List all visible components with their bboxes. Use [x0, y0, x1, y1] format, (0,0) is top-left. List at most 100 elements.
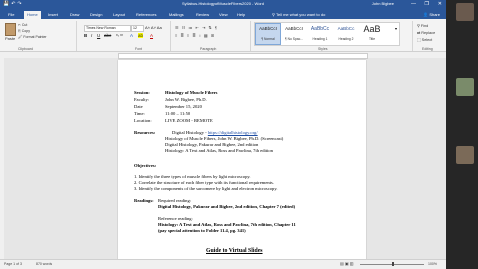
ribbon-tabs: File Home Insert Draw Design Layout Refe… [0, 10, 446, 20]
font-group-label: Font [135, 47, 143, 51]
replace-button[interactable]: ⇄ Replace [417, 30, 435, 35]
user-name[interactable]: John Bigbee [372, 1, 394, 6]
tab-view[interactable]: View [219, 12, 228, 17]
resources-label: Resources: [134, 130, 156, 135]
select-button[interactable]: ⬚ Select [417, 37, 432, 42]
word-count[interactable]: 870 words [36, 262, 52, 266]
text-effects-icon[interactable]: A [130, 33, 133, 38]
font-size-box[interactable]: 12 [131, 25, 144, 32]
alignment-icons[interactable]: ≡ ≣ ≡ ≣ ↕ ▦ ⊞ [175, 33, 215, 38]
group-divider [76, 21, 77, 51]
style-name: ¶ No Spac... [284, 37, 304, 41]
minimize-icon[interactable]: — [411, 1, 416, 7]
restore-icon[interactable]: ❐ [425, 1, 429, 7]
participant-video-tile[interactable] [456, 146, 474, 164]
list-icons[interactable]: ☰ ☷ ≔ ⇤ ⇥ ⇅ ¶ [175, 25, 218, 30]
ruler-strip [118, 53, 368, 59]
subscript-superscript-icon[interactable]: x₂ x² [116, 33, 123, 37]
grow-shrink-font-icon[interactable]: A˄ A˅ Aa [145, 25, 162, 30]
strikethrough-button[interactable]: abc [104, 33, 111, 38]
share-button[interactable]: 👤 Share [423, 12, 440, 17]
readings-label: Readings: [134, 198, 154, 203]
vertical-ruler[interactable] [0, 58, 4, 259]
tab-help[interactable]: Help [237, 12, 245, 17]
date-label: Date [134, 104, 143, 109]
tab-insert[interactable]: Insert [48, 12, 58, 17]
tab-references[interactable]: References [136, 12, 156, 17]
reference-reading-text-2: (pay special attention to Folder 11.4, p… [158, 228, 246, 233]
paste-button[interactable]: Paste [5, 36, 15, 41]
group-divider [412, 21, 413, 51]
font-name-box[interactable]: Times New Roman [84, 25, 131, 32]
style-name: Heading 2 [338, 37, 354, 41]
replace-label: Replace [421, 31, 436, 35]
underline-button[interactable]: U [97, 33, 100, 38]
resource-3: Digital Histology, Pakurar and Bigbee, 2… [165, 142, 259, 147]
tab-file[interactable]: File [8, 12, 14, 17]
page-count[interactable]: Page 1 of 3 [4, 262, 22, 266]
reference-reading-label: Reference reading: [158, 216, 193, 221]
faculty-value: John W. Bigbee, Ph.D. [165, 97, 207, 102]
resource-4: Histology: A Text and Atlas, Ross and Pa… [165, 148, 273, 153]
objective-1: 1. Identify the three types of muscle fi… [134, 174, 251, 179]
paragraph-group-label: Paragraph [200, 47, 217, 51]
close-icon[interactable]: ✕ [438, 1, 442, 7]
style-heading-2[interactable]: AaBbCc Heading 2 [334, 24, 358, 44]
cut-button[interactable]: ✂ Cut [18, 23, 27, 27]
reference-reading-text-1: Histology: A Text and Atlas, Ross and Pa… [158, 222, 296, 227]
styles-group-label: Styles [318, 47, 328, 51]
required-reading-text: Digital Histology, Pakurar and Bigbee, 2… [158, 204, 296, 209]
copy-button[interactable]: ⎘ Copy [18, 29, 30, 33]
tell-me-text: Tell me what you want to do [275, 12, 326, 17]
style-heading-1[interactable]: AaBbCc Heading 1 [308, 24, 332, 44]
styles-gallery: AaBbCcI ¶ Normal AaBbCcI ¶ No Spac... Aa… [254, 22, 400, 46]
session-value: Histology of Muscle Fibers [165, 90, 218, 95]
location-label: Location: [134, 118, 152, 123]
style-no-spacing[interactable]: AaBbCcI ¶ No Spac... [282, 24, 306, 44]
highlight-icon[interactable]: ab [138, 33, 144, 38]
style-preview: AaBbCcI [285, 26, 303, 31]
styles-more-icon[interactable]: ▾ [395, 26, 397, 31]
share-label: Share [429, 12, 440, 17]
horizontal-ruler[interactable] [0, 52, 446, 59]
resource-1-prefix: Digital Histology - [172, 130, 208, 135]
find-button[interactable]: ⚲ Find [417, 23, 428, 28]
resource-1: Digital Histology - https://digitalhisto… [172, 130, 258, 135]
style-title[interactable]: AaB Title [360, 24, 384, 44]
font-color-icon[interactable]: A [150, 33, 153, 38]
location-value: LIVE ZOOM - REMOTE [165, 118, 213, 123]
tab-review[interactable]: Review [196, 12, 209, 17]
guide-heading: Guide to Virtual Slides [206, 248, 263, 254]
word-window: 💾↶↷ Syllabus-HistologyofMuscleFibers2020… [0, 0, 446, 269]
digital-histology-link[interactable]: https://digitalhistology.org/ [208, 130, 258, 135]
style-name: Heading 1 [312, 37, 328, 41]
tab-design[interactable]: Design [90, 12, 102, 17]
copy-label: Copy [21, 29, 30, 33]
tell-me-search[interactable]: ⚲ Tell me what you want to do [272, 12, 325, 17]
group-divider [170, 21, 171, 51]
ribbon-home: Paste ✂ Cut ⎘ Copy 🖌 Format Painter Clip… [0, 19, 446, 52]
style-preview: AaBbCc [337, 26, 355, 31]
zoom-level[interactable]: 100% [428, 262, 437, 266]
group-divider [250, 21, 251, 51]
italic-button[interactable]: I [91, 33, 92, 38]
format-painter-label: Format Painter [23, 35, 47, 39]
format-painter-button[interactable]: 🖌 Format Painter [18, 35, 47, 39]
tab-layout[interactable]: Layout [113, 12, 125, 17]
bold-button[interactable]: B [84, 33, 87, 38]
tab-mailings[interactable]: Mailings [169, 12, 184, 17]
document-page[interactable]: Session: Histology of Muscle Fibers Facu… [118, 60, 366, 269]
paste-icon[interactable] [5, 23, 16, 36]
zoom-slider-thumb[interactable] [392, 262, 394, 266]
clipboard-group-label: Clipboard [18, 47, 33, 51]
find-label: Find [420, 24, 429, 28]
view-mode-icons[interactable]: ▤ ▣ ▥ [340, 261, 354, 266]
objectives-label: Objectives: [134, 163, 157, 168]
style-name: ¶ Normal [261, 37, 275, 41]
participant-video-tile[interactable] [456, 78, 474, 96]
objective-3: 3. Identify the components of the sarcom… [134, 186, 278, 191]
style-normal[interactable]: AaBbCcI ¶ Normal [255, 23, 281, 45]
tab-draw[interactable]: Draw [70, 12, 79, 17]
participant-video-tile[interactable] [456, 3, 474, 21]
video-participant-strip [446, 0, 478, 269]
